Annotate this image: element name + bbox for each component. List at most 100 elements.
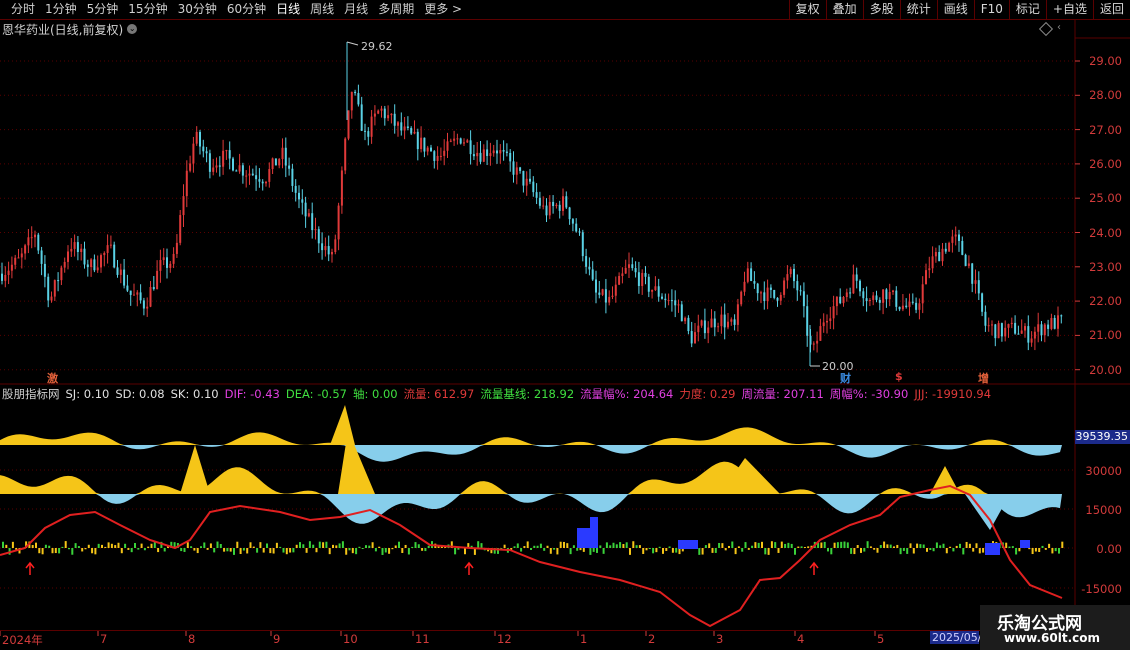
indicator-bar <box>279 546 282 548</box>
candle-body <box>423 137 426 152</box>
candle-body <box>298 192 300 200</box>
indicator-bar <box>338 543 341 548</box>
toolbar-button[interactable]: 多股 <box>862 0 900 19</box>
indicator-bar <box>322 542 325 548</box>
indicator-bar <box>493 548 496 554</box>
candle-body <box>37 234 40 251</box>
indicator-bar <box>935 542 938 548</box>
candle-body <box>410 128 413 134</box>
period-tab[interactable]: 5分钟 <box>82 2 124 17</box>
indicator-bar <box>797 546 800 548</box>
period-tab[interactable]: 月线 <box>339 2 373 17</box>
candle-body <box>977 280 980 294</box>
candle-body <box>373 113 376 117</box>
candle-body <box>1 273 3 281</box>
indicator-bar <box>193 548 196 551</box>
indicator-bar <box>510 548 513 551</box>
indicator-bar <box>569 548 572 555</box>
date-tick-label: 3 <box>716 632 724 646</box>
indicator-bar <box>497 548 499 554</box>
candle-body <box>529 178 531 182</box>
toolbar-button[interactable]: +自选 <box>1045 0 1093 19</box>
candle-body <box>591 269 594 280</box>
date-tick-label: 12 <box>497 632 512 646</box>
indicator-name[interactable]: 股朋指标网 <box>2 386 60 402</box>
indicator-bar <box>770 541 773 548</box>
indicator-bar <box>823 541 826 548</box>
period-tab[interactable]: 更多 > <box>419 2 467 17</box>
indicator-bar <box>384 548 387 553</box>
indicator-bar <box>1028 548 1031 550</box>
indicator-bar <box>589 548 592 555</box>
indicator-bar <box>180 548 183 552</box>
period-tab[interactable]: 15分钟 <box>123 2 172 17</box>
candle-body <box>961 240 964 255</box>
chevron-icon[interactable]: ‹ <box>1057 22 1061 33</box>
price-chart[interactable]: 29.6220.00 <box>0 0 1130 650</box>
diamond-icon[interactable] <box>1038 21 1054 37</box>
candle-body <box>189 163 192 171</box>
chevron-down-icon[interactable]: ⌄ <box>127 24 138 34</box>
candle-body <box>892 290 894 292</box>
indicator-bar <box>536 545 539 548</box>
indicator-bar <box>718 542 721 548</box>
candle-body <box>215 165 218 168</box>
candle-body <box>321 243 324 251</box>
candle-body <box>875 295 878 300</box>
indicator-bar <box>503 544 506 548</box>
indicator-bar <box>477 541 480 548</box>
indicator-value: 流量幅%: 204.64 <box>580 387 674 401</box>
period-tab[interactable]: 日线 <box>271 2 305 17</box>
indicator-bar <box>275 542 278 548</box>
indicator-bar <box>645 548 648 551</box>
indicator-dip <box>965 494 1010 530</box>
event-marker[interactable]: $ <box>895 370 903 383</box>
indicator-bar <box>407 548 410 555</box>
indicator-bar <box>549 548 552 554</box>
candle-body <box>855 274 858 281</box>
candle-body <box>931 256 934 269</box>
candle-body <box>443 150 446 156</box>
indicator-bar <box>500 548 503 550</box>
indicator-bar <box>351 548 354 554</box>
candle-body <box>149 287 152 307</box>
candle-body <box>842 297 845 304</box>
candle-body <box>34 234 36 238</box>
indicator-bar <box>1051 548 1054 554</box>
indicator-bar <box>414 542 417 548</box>
toolbar-button[interactable]: 复权 <box>788 0 826 19</box>
indicator-bar <box>18 548 21 554</box>
indicator-bar <box>272 548 275 554</box>
period-tab[interactable]: 分时 <box>6 2 40 17</box>
period-tab[interactable]: 多周期 <box>373 2 419 17</box>
candle-body <box>469 140 472 155</box>
candle-body <box>235 170 238 172</box>
toolbar-button[interactable]: 叠加 <box>825 0 863 19</box>
indicator-bar <box>460 546 463 548</box>
toolbar-button[interactable]: F10 <box>973 0 1009 19</box>
indicator-bar <box>592 548 595 552</box>
candle-body <box>274 158 277 166</box>
candle-body <box>350 91 353 111</box>
toolbar-button[interactable]: 标记 <box>1008 0 1046 19</box>
toolbar-button[interactable]: 返回 <box>1092 0 1130 19</box>
candle-body <box>958 234 960 241</box>
candle-body <box>727 321 729 328</box>
candle-body <box>799 290 802 292</box>
candle-body <box>413 131 416 134</box>
period-tab[interactable]: 30分钟 <box>173 2 222 17</box>
candle-body <box>565 196 568 208</box>
candle-body <box>123 269 126 286</box>
event-marker[interactable]: 增 <box>978 370 989 386</box>
event-marker[interactable]: 财 <box>840 370 851 386</box>
indicator-bar <box>559 541 562 548</box>
toolbar-button[interactable]: 统计 <box>899 0 937 19</box>
period-tab[interactable]: 周线 <box>305 2 339 17</box>
indicator-bar <box>761 541 763 548</box>
indicator-bar <box>292 548 295 553</box>
event-marker[interactable]: 激 <box>47 370 58 386</box>
period-tab[interactable]: 60分钟 <box>222 2 271 17</box>
toolbar-button[interactable]: 画线 <box>936 0 974 19</box>
candle-body <box>278 159 281 166</box>
period-tab[interactable]: 1分钟 <box>40 2 82 17</box>
